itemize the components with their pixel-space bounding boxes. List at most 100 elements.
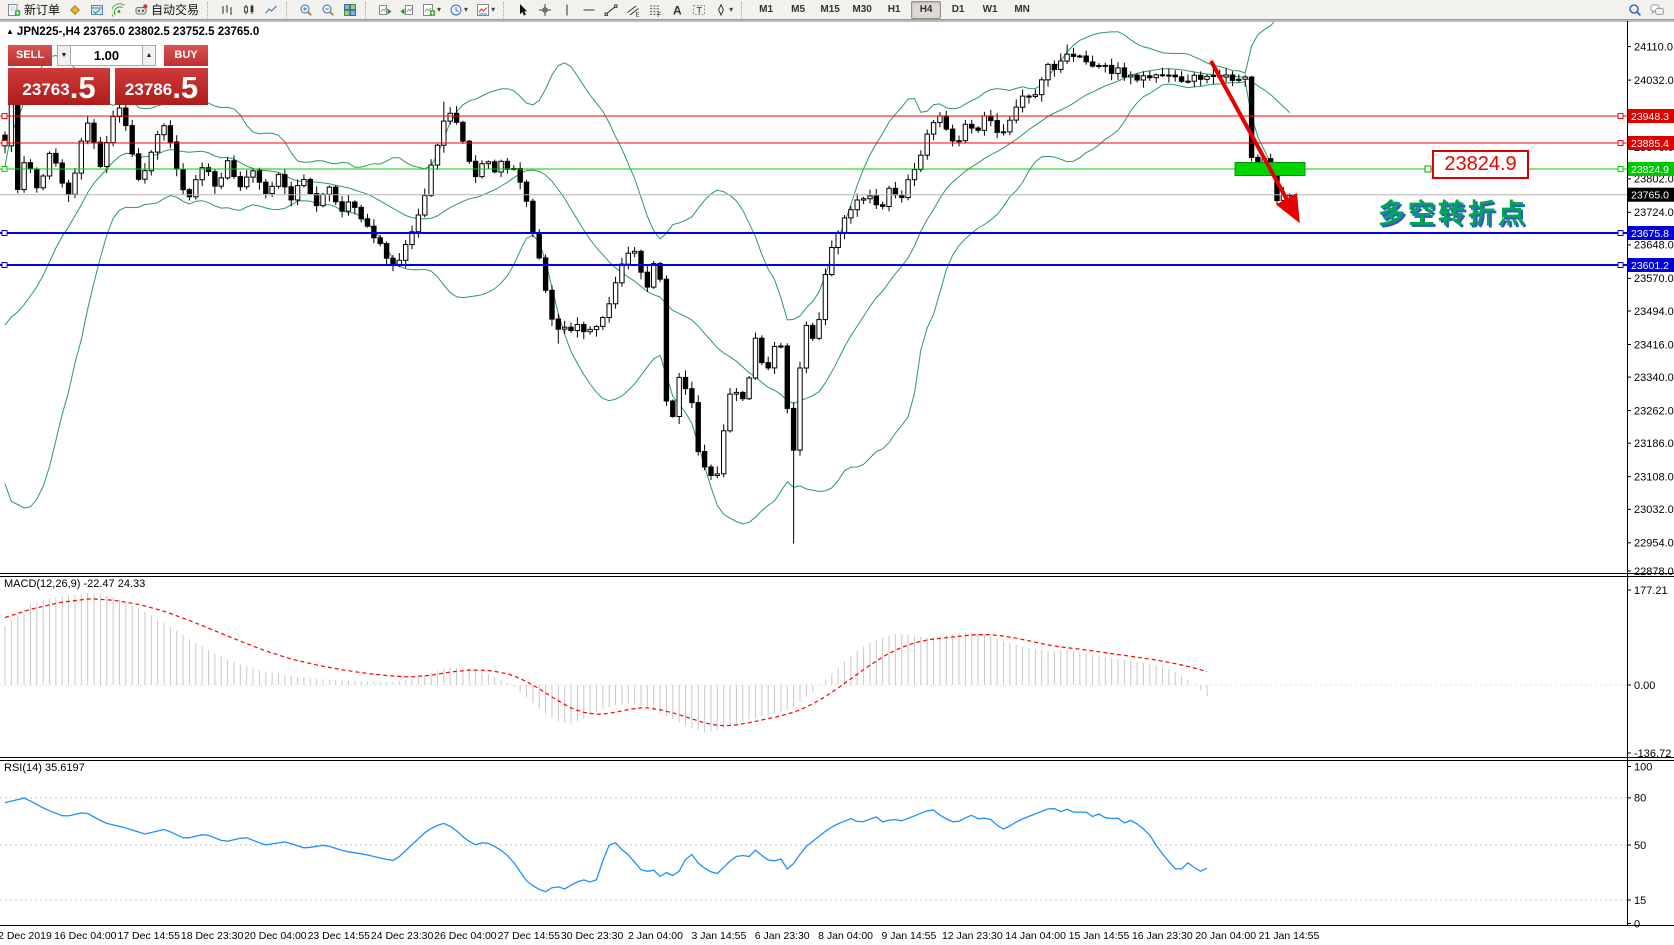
toolbar-hline-button[interactable] (579, 1, 599, 19)
new-chart-icon (422, 3, 436, 17)
toolbar-chart-shift-button[interactable] (375, 1, 395, 19)
svg-text:23570.0: 23570.0 (1634, 273, 1674, 285)
toolbar-template-button[interactable]: ▾ (473, 1, 498, 19)
svg-text:E: E (636, 12, 640, 17)
svg-text:26 Dec 04:00: 26 Dec 04:00 (434, 930, 497, 942)
svg-text:20 Jan 04:00: 20 Jan 04:00 (1195, 930, 1256, 942)
toolbar-profiles-button[interactable]: ▾ (446, 1, 471, 19)
svg-text:23262.0: 23262.0 (1634, 405, 1674, 417)
svg-text:16 Jan 23:30: 16 Jan 23:30 (1132, 930, 1193, 942)
chevron-down-icon: ▾ (464, 5, 468, 14)
timeframe-m5-button[interactable]: M5 (783, 1, 813, 19)
toolbar-market-watch-button[interactable] (87, 1, 107, 19)
toolbar-chat-button[interactable] (1647, 1, 1667, 19)
volume-increase-button[interactable]: ▲ (142, 45, 156, 66)
bars-icon (220, 3, 234, 17)
toolbar-line-button[interactable] (261, 1, 281, 19)
timeframe-w1-button[interactable]: W1 (975, 1, 1005, 19)
svg-text:21 Jan 14:55: 21 Jan 14:55 (1259, 930, 1320, 942)
quotes-icon (68, 3, 82, 17)
buy-price-main: 23786 (125, 77, 172, 103)
chart-collapse-icon[interactable]: ▲ (6, 27, 14, 36)
timeframe-mn-button[interactable]: MN (1007, 1, 1037, 19)
toolbar-cursor-button[interactable] (513, 1, 533, 19)
svg-text:23948.3: 23948.3 (1631, 111, 1669, 123)
buy-price-fraction: .5 (172, 72, 198, 103)
svg-text:-136.72: -136.72 (1634, 748, 1671, 760)
price-level-lines (0, 116, 1627, 265)
svg-text:23416.0: 23416.0 (1634, 339, 1674, 351)
toolbar-new-order-button[interactable]: 新订单 (4, 1, 63, 19)
sell-price-main: 23763 (22, 77, 69, 103)
toolbar-zoom-in-button[interactable] (296, 1, 316, 19)
svg-text:23648.0: 23648.0 (1634, 240, 1674, 252)
timeframe-m1-button[interactable]: M1 (751, 1, 781, 19)
svg-text:23724.0: 23724.0 (1634, 207, 1674, 219)
volume-input[interactable]: 1.00 (71, 45, 142, 66)
timeframe-h4-button[interactable]: H4 (911, 1, 941, 19)
chart-autoscroll-icon (400, 3, 414, 17)
svg-text:17 Dec 14:55: 17 Dec 14:55 (117, 930, 180, 942)
svg-text:2 Jan 04:00: 2 Jan 04:00 (628, 930, 683, 942)
profiles-icon (449, 3, 463, 17)
toolbar-candles-button[interactable] (239, 1, 259, 19)
sell-price-display[interactable]: 23763.5 (8, 68, 110, 105)
toolbar-channel-button[interactable]: E (623, 1, 643, 19)
toolbar-new-order-label: 新订单 (24, 1, 60, 18)
toolbar-tile-windows-button[interactable] (340, 1, 360, 19)
buy-button[interactable]: BUY (164, 45, 208, 66)
toolbar-crosshair-button[interactable] (535, 1, 555, 19)
hline-icon (582, 3, 596, 17)
toolbar-new-chart-button[interactable]: ▾ (419, 1, 444, 19)
timeframe-m15-button[interactable]: M15 (815, 1, 845, 19)
timeframe-h1-button[interactable]: H1 (879, 1, 909, 19)
svg-text:15 Jan 14:55: 15 Jan 14:55 (1069, 930, 1130, 942)
auto-trading-icon (134, 3, 148, 17)
volume-decrease-button[interactable]: ▼ (57, 45, 71, 66)
toolbar-separator (286, 2, 291, 18)
toolbar-shapes-button[interactable]: ▾ (711, 1, 736, 19)
panel-borders (0, 21, 1674, 926)
buy-price-display[interactable]: 23786.5 (115, 68, 208, 105)
svg-text:22954.0: 22954.0 (1634, 538, 1674, 550)
toolbar-zoom-out-button[interactable] (318, 1, 338, 19)
toolbar-signals-button[interactable] (109, 1, 129, 19)
chart-title-text: JPN225-,H4 23765.0 23802.5 23752.5 23765… (17, 26, 259, 38)
price-callout-label[interactable]: 23824.9 (1432, 150, 1529, 179)
timeframe-m30-button[interactable]: M30 (847, 1, 877, 19)
svg-text:24032.0: 24032.0 (1634, 75, 1674, 87)
toolbar-trendline-button[interactable] (601, 1, 621, 19)
time-axis[interactable]: 12 Dec 201916 Dec 04:0017 Dec 14:5518 De… (0, 930, 1320, 942)
svg-text:22878.0: 22878.0 (1634, 566, 1674, 578)
toolbar-quotes-button[interactable] (65, 1, 85, 19)
template-icon (476, 3, 490, 17)
toolbar-separator (365, 2, 370, 18)
svg-text:27 Dec 14:55: 27 Dec 14:55 (498, 930, 561, 942)
svg-text:50: 50 (1634, 840, 1646, 852)
toolbar-auto-trading-button[interactable]: 自动交易 (131, 1, 202, 19)
toolbar-chart-autoscroll-button[interactable] (397, 1, 417, 19)
toolbar-vline-button[interactable] (557, 1, 577, 19)
rsi-indicator-label: RSI(14) 35.6197 (4, 762, 85, 774)
toolbar-text-label-button[interactable]: T (689, 1, 709, 19)
svg-text:100: 100 (1634, 761, 1652, 773)
chevron-down-icon: ▾ (437, 5, 441, 14)
timeframe-d1-button[interactable]: D1 (943, 1, 973, 19)
toolbar-search-button[interactable] (1625, 1, 1645, 19)
macd-indicator-label: MACD(12,26,9) -22.47 24.33 (4, 578, 145, 590)
toolbar-bars-button[interactable] (217, 1, 237, 19)
svg-text:30 Dec 23:30: 30 Dec 23:30 (561, 930, 624, 942)
toolbar-text-button[interactable]: A (667, 1, 687, 19)
toolbar-fibonacci-button[interactable]: F (645, 1, 665, 19)
toolbar-separator (741, 2, 746, 18)
annotation-text[interactable]: 多空转折点 (1378, 192, 1528, 231)
svg-text:80: 80 (1634, 793, 1646, 805)
svg-text:8 Jan 04:00: 8 Jan 04:00 (818, 930, 873, 942)
sell-button[interactable]: SELL (8, 45, 52, 66)
vline-icon (560, 3, 574, 17)
line-icon (264, 3, 278, 17)
svg-text:6 Jan 23:30: 6 Jan 23:30 (755, 930, 810, 942)
svg-text:T: T (697, 5, 703, 15)
svg-text:24110.0: 24110.0 (1634, 41, 1673, 53)
search-icon (1628, 3, 1642, 17)
